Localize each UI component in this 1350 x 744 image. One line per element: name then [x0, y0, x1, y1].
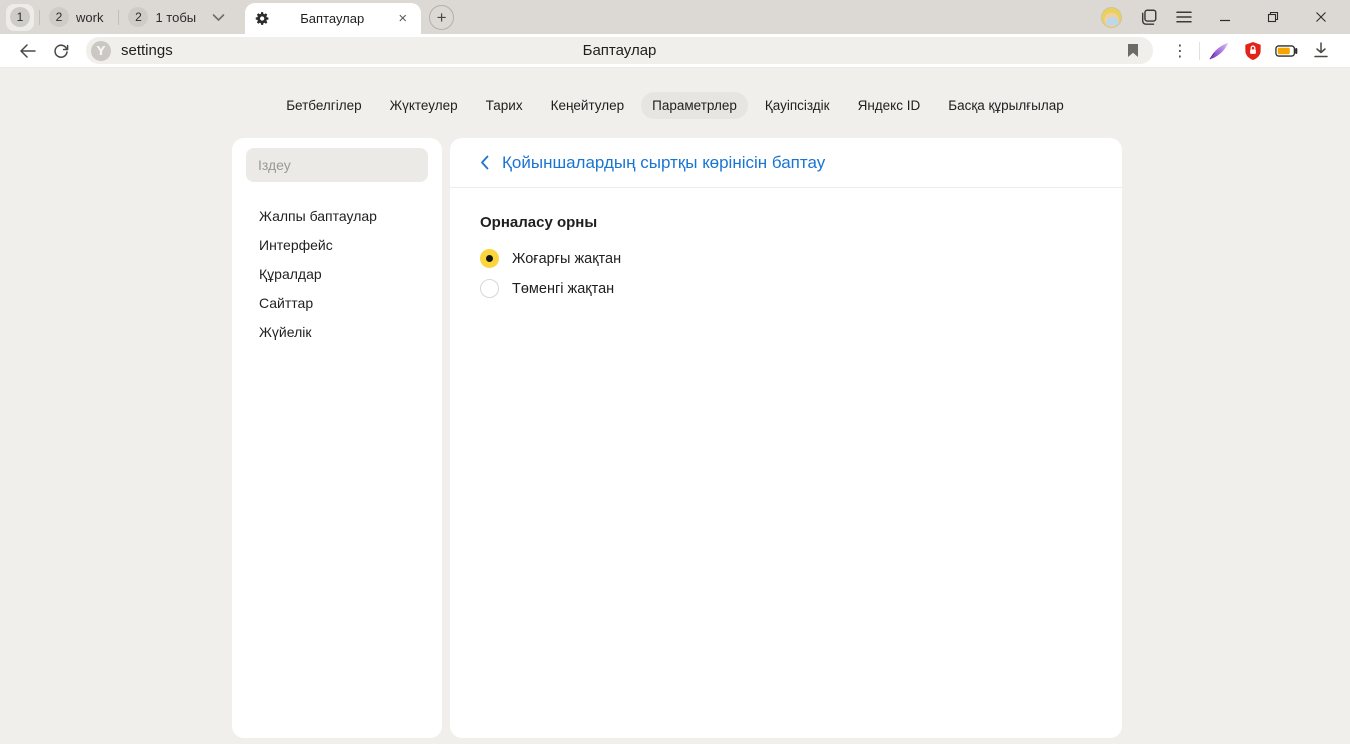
address-bar-actions: ⋮: [1163, 37, 1338, 65]
address-input[interactable]: Y settings Баптаулар: [86, 37, 1153, 64]
sidebar-item-general[interactable]: Жалпы баптаулар: [232, 202, 442, 231]
tab-settings[interactable]: Параметрлер: [641, 92, 748, 119]
tab-group-toby[interactable]: 2 1 тобы: [124, 4, 206, 31]
radio-option-bottom[interactable]: Төменгі жақтан: [480, 279, 1092, 298]
section-title: Орналасу орны: [480, 214, 1092, 231]
subpage-title: Қойыншалардың сыртқы көрінісін баптау: [502, 153, 825, 173]
bookmark-icon[interactable]: [1119, 40, 1147, 61]
chevron-left-icon: [480, 155, 489, 170]
tab-groups: 1 2 work 2 1 тобы: [0, 0, 231, 34]
download-icon[interactable]: [1304, 37, 1338, 65]
yandex-site-icon: Y: [91, 41, 111, 61]
radio-label: Жоғарғы жақтан: [512, 251, 621, 267]
radio-unselected-icon[interactable]: [480, 279, 499, 298]
address-url-text: settings: [121, 42, 173, 59]
protect-shield-icon[interactable]: [1236, 37, 1270, 65]
tab-group-count-badge: 2: [49, 7, 69, 27]
address-bar: Y settings Баптаулар ⋮: [0, 34, 1350, 68]
sidebar-search[interactable]: [246, 148, 428, 182]
browser-tab-bar: 1 2 work 2 1 тобы Баптаулар × +: [0, 0, 1350, 34]
tab-group-count-badge: 2: [128, 7, 148, 27]
sidebar-item-tools[interactable]: Құралдар: [232, 260, 442, 289]
settings-page: Бетбелгілер Жүктеулер Тарих Кеңейтулер П…: [0, 68, 1350, 743]
tabbar-right-controls: [1101, 7, 1350, 28]
sidebar-item-sites[interactable]: Сайттар: [232, 289, 442, 318]
subpage-header-back[interactable]: Қойыншалардың сыртқы көрінісін баптау: [450, 138, 1122, 188]
radio-option-top[interactable]: Жоғарғы жақтан: [480, 249, 1092, 268]
sidebar-item-interface[interactable]: Интерфейс: [232, 231, 442, 260]
back-arrow-icon[interactable]: [10, 44, 44, 58]
tab-group-label: work: [76, 10, 103, 25]
tab-downloads[interactable]: Жүктеулер: [379, 92, 469, 119]
tab-group-1[interactable]: 1: [6, 4, 34, 31]
radio-selected-icon[interactable]: [480, 249, 499, 268]
hamburger-menu-icon[interactable]: [1176, 11, 1192, 23]
neuro-quill-icon[interactable]: [1202, 37, 1236, 65]
window-restore-button[interactable]: [1258, 11, 1288, 23]
reload-icon[interactable]: [44, 43, 78, 59]
tab-title: Баптаулар: [270, 11, 394, 26]
settings-nav-tabs: Бетбелгілер Жүктеулер Тарих Кеңейтулер П…: [0, 68, 1350, 119]
tab-other-devices[interactable]: Басқа құрылғылар: [937, 92, 1075, 119]
tab-group-count-badge: 1: [10, 7, 30, 27]
group-divider: [118, 10, 119, 25]
divider: [1199, 42, 1200, 60]
group-divider: [39, 10, 40, 25]
sidebar-item-system[interactable]: Жүйелік: [232, 318, 442, 347]
profile-avatar[interactable]: [1101, 7, 1122, 28]
tab-security[interactable]: Қауіпсіздік: [754, 92, 841, 119]
active-tab-settings[interactable]: Баптаулар ×: [245, 3, 421, 34]
settings-sidebar: Жалпы баптаулар Интерфейс Құралдар Сайтт…: [232, 138, 442, 738]
site-logo-letter: Y: [97, 44, 106, 58]
gear-icon: [255, 11, 270, 26]
kebab-menu-icon[interactable]: ⋮: [1163, 37, 1197, 65]
tab-bookmarks[interactable]: Бетбелгілер: [275, 92, 372, 119]
subpage-body: Орналасу орны Жоғарғы жақтан Төменгі жақ…: [450, 188, 1122, 335]
new-tab-button[interactable]: +: [429, 5, 454, 30]
tab-yandex-id[interactable]: Яндекс ID: [847, 92, 932, 119]
search-input[interactable]: [258, 157, 416, 173]
address-page-title: Баптаулар: [86, 42, 1153, 59]
tab-group-work[interactable]: 2 work: [45, 4, 113, 31]
battery-saver-icon[interactable]: [1270, 37, 1304, 65]
tab-extensions[interactable]: Кеңейтулер: [540, 92, 636, 119]
settings-main-panel: Қойыншалардың сыртқы көрінісін баптау Ор…: [450, 138, 1122, 738]
window-close-button[interactable]: [1306, 11, 1336, 23]
radio-label: Төменгі жақтан: [512, 281, 614, 297]
sidebar-list: Жалпы баптаулар Интерфейс Құралдар Сайтт…: [232, 202, 442, 347]
tab-history[interactable]: Тарих: [475, 92, 534, 119]
tab-panels-icon[interactable]: [1140, 8, 1158, 26]
window-minimize-button[interactable]: [1210, 11, 1240, 23]
tab-group-label: 1 тобы: [155, 10, 196, 25]
tab-close-icon[interactable]: ×: [394, 9, 411, 28]
tab-groups-chevron-down-icon[interactable]: [212, 13, 225, 22]
